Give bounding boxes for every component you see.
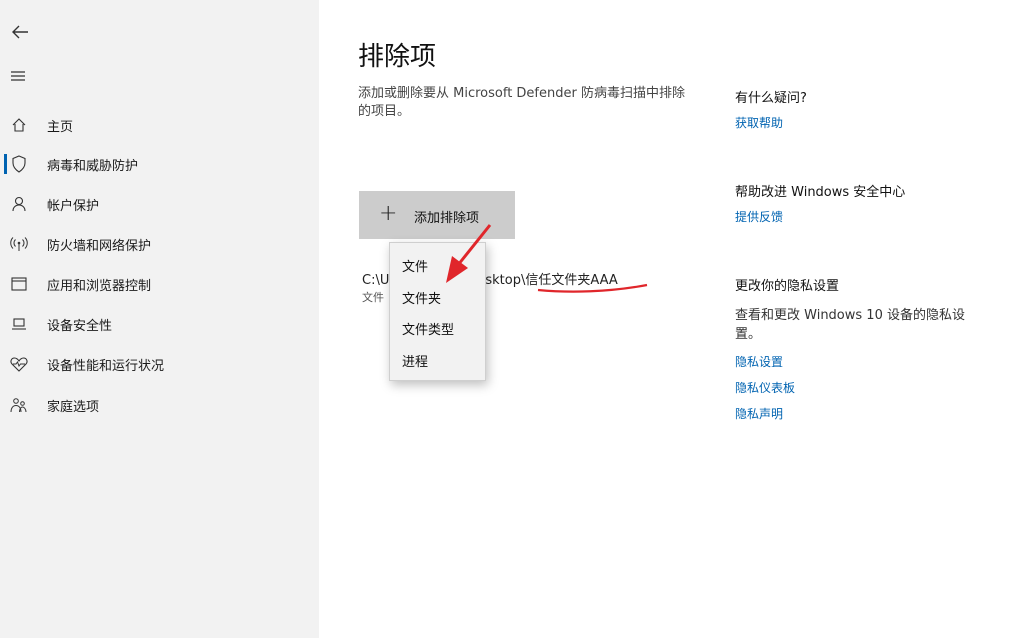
privacy-settings-link[interactable]: 隐私设置 bbox=[735, 353, 783, 370]
heart-pulse-icon bbox=[10, 355, 28, 373]
exclusion-path-tail: sktop\信任文件夹AAA bbox=[485, 273, 618, 288]
person-icon bbox=[10, 195, 28, 213]
add-exclusion-label: 添加排除项 bbox=[414, 211, 480, 226]
sidebar-item-firewall[interactable]: 防火墙和网络保护 bbox=[0, 227, 319, 261]
sidebar-item-label: 防火墙和网络保护 bbox=[47, 238, 152, 254]
browser-window-icon bbox=[10, 275, 28, 293]
laptop-icon bbox=[10, 315, 28, 333]
sidebar-item-virus-protection[interactable]: 病毒和威胁防护 bbox=[0, 147, 319, 181]
sidebar-item-label: 应用和浏览器控制 bbox=[47, 278, 152, 294]
page-title: 排除项 bbox=[358, 42, 437, 72]
sidebar-item-label: 家庭选项 bbox=[47, 399, 100, 415]
menu-item-file[interactable]: 文件 bbox=[402, 256, 428, 275]
sidebar-item-device-security[interactable]: 设备安全性 bbox=[0, 307, 319, 341]
menu-button[interactable] bbox=[8, 66, 32, 88]
sidebar-item-account-protection[interactable]: 帐户保护 bbox=[0, 187, 319, 221]
add-exclusion-button[interactable]: + 添加排除项 bbox=[359, 191, 515, 239]
selection-indicator bbox=[4, 154, 7, 174]
sidebar-item-label: 主页 bbox=[47, 119, 74, 135]
sidebar-item-label: 病毒和威胁防护 bbox=[47, 158, 139, 174]
exclusion-item-type: 文件 bbox=[362, 291, 384, 304]
antenna-icon bbox=[10, 235, 28, 253]
back-button[interactable] bbox=[8, 20, 32, 44]
page-description: 添加或删除要从 Microsoft Defender 防病毒扫描中排除的项目。 bbox=[358, 86, 685, 119]
sidebar-item-app-browser-control[interactable]: 应用和浏览器控制 bbox=[0, 267, 319, 301]
plus-icon: + bbox=[379, 201, 398, 226]
menu-item-file-type[interactable]: 文件类型 bbox=[402, 319, 454, 338]
improve-heading: 帮助改进 Windows 安全中心 bbox=[735, 185, 906, 200]
sidebar-item-home[interactable]: 主页 bbox=[0, 108, 319, 142]
shield-icon bbox=[10, 155, 28, 173]
sidebar: 主页 病毒和威胁防护 帐户保护 防火墙和网络保护 应用和浏览器控制 设备安全性 bbox=[0, 0, 319, 638]
back-arrow-icon bbox=[12, 25, 28, 39]
home-icon bbox=[10, 116, 28, 134]
hamburger-icon bbox=[11, 71, 25, 81]
family-icon bbox=[10, 396, 28, 414]
sidebar-item-device-performance[interactable]: 设备性能和运行状况 bbox=[0, 347, 319, 381]
help-heading: 有什么疑问? bbox=[735, 91, 807, 106]
exclusion-path-head: C:\U bbox=[362, 273, 390, 288]
feedback-link[interactable]: 提供反馈 bbox=[735, 208, 783, 225]
get-help-link[interactable]: 获取帮助 bbox=[735, 114, 783, 131]
sidebar-item-family-options[interactable]: 家庭选项 bbox=[0, 388, 319, 422]
menu-item-process[interactable]: 进程 bbox=[402, 351, 428, 370]
privacy-heading: 更改你的隐私设置 bbox=[735, 279, 840, 294]
privacy-statement-link[interactable]: 隐私声明 bbox=[735, 405, 783, 422]
privacy-dashboard-link[interactable]: 隐私仪表板 bbox=[735, 379, 795, 396]
privacy-description: 查看和更改 Windows 10 设备的隐私设置。 bbox=[735, 308, 965, 342]
exclusion-type-menu: 文件 文件夹 文件类型 进程 bbox=[389, 242, 486, 381]
sidebar-item-label: 设备性能和运行状况 bbox=[47, 358, 165, 374]
menu-item-folder[interactable]: 文件夹 bbox=[402, 288, 441, 307]
sidebar-item-label: 帐户保护 bbox=[47, 198, 100, 214]
sidebar-item-label: 设备安全性 bbox=[47, 318, 113, 334]
